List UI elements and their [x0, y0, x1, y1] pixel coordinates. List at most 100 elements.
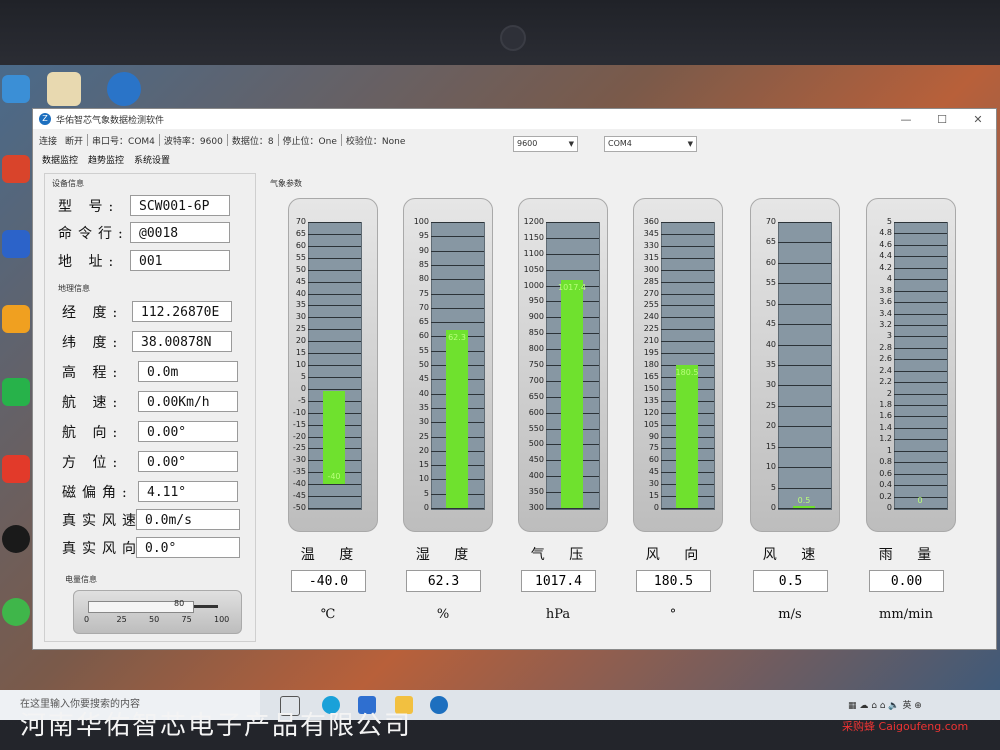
gauge-name: 风 速: [762, 547, 826, 563]
power-info-title: 电量信息: [65, 575, 97, 584]
desktop-shortcut-1[interactable]: [47, 72, 81, 106]
close-button[interactable]: ✕: [960, 113, 996, 126]
desktop-icon-qq[interactable]: [2, 525, 30, 553]
power-value: 80: [174, 599, 185, 608]
field-value: 0.00°: [138, 451, 238, 472]
gauge-tick-label: 5: [423, 488, 429, 498]
gauge-tick-label: 1: [886, 445, 892, 455]
gauge-gridline: [308, 353, 361, 355]
app-taskbar-icon[interactable]: [430, 696, 448, 714]
gauge-gridline: [894, 439, 947, 441]
gauge-gridline: [308, 365, 361, 366]
gauge-gridline: [431, 222, 484, 223]
desktop-icon-iqiyi[interactable]: [2, 378, 30, 406]
desktop-icon-wechat[interactable]: [2, 598, 30, 626]
gauge-gridline: [778, 283, 831, 285]
gauge-tick-label: -30: [292, 455, 306, 465]
gauge-gridline: [778, 508, 831, 509]
gauge-gridline: [894, 370, 947, 372]
gauge-tick-label: -40: [292, 479, 306, 489]
gauge-tick-label: 100: [413, 217, 429, 226]
gauge-tick-label: 330: [643, 240, 659, 250]
gauge-tick-label: 4.2: [879, 262, 892, 272]
gauge-gridline: [431, 264, 484, 266]
power-tick-label: 0: [84, 615, 90, 624]
gauge-tick-label: 65: [765, 237, 776, 247]
gauge-gridline: [661, 233, 714, 235]
gauge-tick-label: 3.8: [879, 285, 892, 295]
gauge-tick-label: -50: [292, 503, 306, 512]
gauge-tick-label: 50: [418, 360, 429, 369]
gauge-value: 1017.4: [521, 570, 596, 592]
gauge-tick-label: -5: [298, 395, 306, 405]
gauge-tick-label: 70: [418, 302, 429, 312]
gauge-name: 风 向: [645, 547, 709, 563]
connect-button[interactable]: 连接: [39, 134, 57, 147]
gauge-gridline: [661, 269, 714, 271]
gauge-gridline: [778, 446, 831, 448]
menu-item-trend-monitor[interactable]: 趋势监控: [88, 153, 124, 166]
gauge-value: 180.5: [636, 570, 711, 592]
gauge-gridline: [308, 222, 361, 223]
gauge-tick-label: 10: [295, 360, 306, 369]
gauge-gridline: [661, 245, 714, 247]
gauge-gridline: [308, 281, 361, 283]
gauge-tick-label: 25: [418, 431, 429, 441]
desktop-icon-app2[interactable]: [2, 155, 30, 183]
minimize-button[interactable]: —: [888, 113, 924, 126]
gauge-gridline: [778, 222, 831, 223]
gauge-tick-label: 10: [418, 474, 429, 484]
chevron-down-icon: ▼: [687, 140, 693, 148]
gauge-tick-label: 2.4: [879, 365, 892, 375]
gauge-bar-label: 0: [917, 496, 923, 505]
baud-select[interactable]: 9600 ▼: [513, 136, 578, 152]
gauge-gridline: [894, 382, 947, 384]
brand-watermark: 采购蜂 Caigoufeng.com: [842, 720, 969, 733]
menu-item-system-settings[interactable]: 系统设置: [134, 153, 170, 166]
gauge-tick-label: 35: [418, 402, 429, 412]
gauge-gridline: [661, 222, 714, 223]
gauge-tick-label: 150: [643, 383, 659, 393]
system-tray: ▦ ☁ ⌂ ⌂ 🔈 英 ⊕: [848, 701, 922, 711]
field-label: 命令行:: [58, 226, 129, 242]
gauge-gridline: [894, 450, 947, 452]
baud-select-value: 9600: [517, 139, 538, 148]
desktop-icon-app3[interactable]: [2, 230, 30, 258]
desktop-icon-tax[interactable]: [2, 455, 30, 483]
desktop-shortcut-2[interactable]: [107, 72, 141, 106]
menu-item-data-monitor[interactable]: 数据监控: [42, 153, 78, 166]
desktop-icon-app1[interactable]: [2, 75, 30, 103]
gauge-gridline: [546, 253, 599, 255]
gauge-unit: %: [436, 607, 450, 622]
gauge-gridline: [308, 496, 361, 498]
desktop-icon-app4[interactable]: [2, 305, 30, 333]
maximize-button[interactable]: ☐: [924, 113, 960, 126]
field-value: 001: [130, 250, 230, 271]
device-info-title: 设备信息: [52, 179, 84, 188]
gauge-bar-label: 1017.4: [558, 283, 586, 293]
port-select[interactable]: COM4 ▼: [604, 136, 697, 152]
gauge-tick-label: 2.2: [879, 377, 892, 387]
gauge-tick-label: 345: [643, 228, 659, 238]
gauge-gridline: [661, 329, 714, 331]
gauge-tick-label: 800: [528, 344, 544, 354]
gauge-tick-label: 10: [765, 462, 776, 472]
gauge-tick-label: 75: [418, 288, 429, 298]
gauge-tick-label: 600: [528, 407, 544, 417]
gauge-name: 雨 量: [878, 547, 942, 563]
gauge-tick-label: 255: [643, 300, 659, 310]
gauge-gridline: [778, 426, 831, 428]
gauge-gridline: [894, 267, 947, 269]
gauge-tick-label: 15: [295, 348, 306, 358]
gauge-gridline: [778, 242, 831, 244]
gauge-gridline: [894, 279, 947, 281]
gauge-tick-label: 95: [418, 231, 429, 241]
gauge-tick-label: 105: [643, 419, 659, 429]
gauge-tick-label: 40: [765, 339, 776, 349]
disconnect-button[interactable]: 断开: [65, 134, 83, 147]
chevron-down-icon: ▼: [568, 140, 574, 148]
field-value: 112.26870E: [132, 301, 232, 322]
gauge-tick-label: 30: [765, 380, 776, 390]
gauge-gridline: [308, 257, 361, 259]
gauge-value: 62.3: [406, 570, 481, 592]
